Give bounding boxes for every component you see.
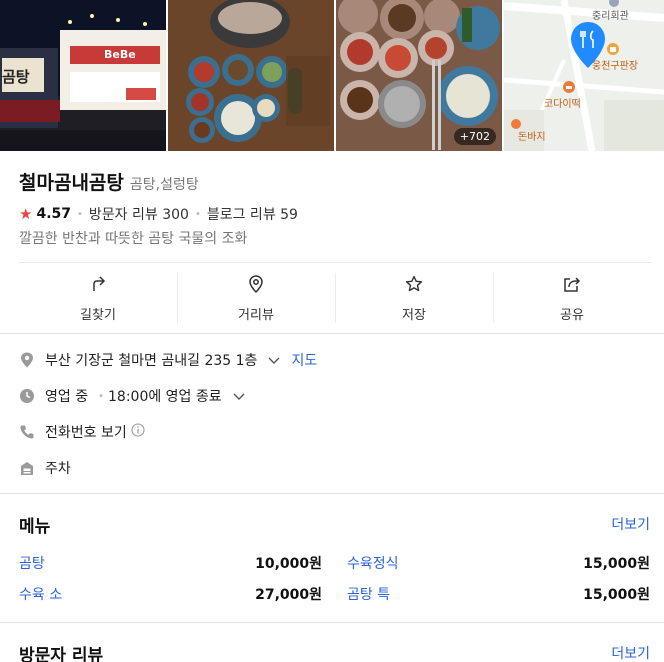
poi-marker-top-icon [609,0,619,7]
photo-strip: 곰탕 BeBe +702 중리회관 웅천구판장 코다이떡 돈바지 [0,0,664,151]
address-text: 부산 기장군 철마면 곰내길 235 1층 [45,353,258,369]
place-category: 곰탕,설렁탕 [129,177,199,193]
street-view-button[interactable]: 거리뷰 [177,263,335,333]
hours-row: 영업 중 • 18:00에 영업 종료 [19,386,246,406]
reviews-section-title: 방문자 리뷰 [19,646,104,662]
street-view-label: 거리뷰 [238,307,274,323]
blog-review-count[interactable]: 블로그 리뷰 59 [207,204,298,224]
section-divider [0,493,664,494]
section-divider [0,622,664,623]
star-outline-icon [404,274,424,294]
storefront-brand-text: BeBe [104,48,136,61]
map-pin-icon [571,22,605,68]
separator-dot: • [98,390,104,402]
address-row: 부산 기장군 철마면 곰내길 235 1층 지도 [19,350,317,370]
photo-food-2[interactable]: +702 [336,0,502,151]
store-marker-icon [607,43,619,55]
menu-item[interactable]: 곰탕 특 [347,584,390,604]
chevron-down-icon[interactable] [232,389,246,403]
share-icon [562,274,582,294]
location-pin-icon [19,352,35,368]
closing-time: 18:00에 영업 종료 [108,389,222,405]
map-label-1: 중리회관 [592,11,629,22]
mini-map[interactable]: 중리회관 웅천구판장 코다이떡 돈바지 [504,0,664,151]
menu-item-price: 27,000원 [255,587,322,603]
visitor-review-count[interactable]: 방문자 리뷰 300 [89,204,189,224]
save-label: 저장 [402,307,426,323]
phone-link[interactable]: 전화번호 보기 [45,422,127,442]
phone-icon [19,424,35,440]
rating-value: 4.57 [36,206,71,222]
phone-row[interactable]: 전화번호 보기 [19,422,145,442]
menu-item-name[interactable]: 수육정식 [347,556,399,572]
photo-count-badge[interactable]: +702 [453,128,496,145]
share-label: 공유 [560,307,584,323]
section-divider [0,333,664,334]
directions-button[interactable]: 길찾기 [19,263,177,333]
menu-item-price: 10,000원 [255,556,322,572]
chevron-down-icon[interactable] [267,353,281,367]
place-description: 깔끔한 반찬과 따뜻한 곰탕 국물의 조화 [19,231,248,247]
food-image-1 [168,0,334,151]
parking-icon [19,460,35,476]
menu-item-name[interactable]: 수육 소 [19,587,62,603]
save-button[interactable]: 저장 [335,263,493,333]
directions-icon [88,274,108,294]
menu-item[interactable]: 수육정식 [347,553,399,573]
photo-food-1[interactable] [168,0,334,151]
parking-text: 주차 [45,461,71,477]
location-pin-icon [246,274,266,294]
separator-dot: • [194,208,201,220]
directions-label: 길찾기 [80,307,116,323]
separator-dot: • [77,208,83,220]
map-link[interactable]: 지도 [291,350,317,370]
poi-marker-icon [511,119,521,129]
clock-icon [19,388,35,404]
photo-storefront[interactable]: 곰탕 BeBe [0,0,166,151]
menu-item-name[interactable]: 곰탕 특 [347,587,390,603]
menu-item-price: 15,000원 [583,556,650,572]
menu-item-name[interactable]: 곰탕 [19,556,45,572]
place-header: 철마곰내곰탕 곰탕,설렁탕 [19,168,199,195]
open-status: 영업 중 [45,389,89,405]
parking-row: 주차 [19,458,71,478]
map-label-4: 돈바지 [518,132,546,143]
rating-row: ★ 4.57 • 방문자 리뷰 300 • 블로그 리뷰 59 [19,204,298,224]
menu-more-link[interactable]: 더보기 [611,514,650,534]
rating-star-icon: ★ [19,205,33,223]
restaurant-marker-icon [563,81,575,93]
share-button[interactable]: 공유 [493,263,651,333]
place-name: 철마곰내곰탕 [19,172,124,194]
map-label-3: 코다이떡 [544,99,581,110]
menu-section-title: 메뉴 [19,517,51,537]
storefront-sign-text: 곰탕 [2,68,30,86]
menu-item-price: 15,000원 [583,587,650,603]
reviews-more-link[interactable]: 더보기 [611,643,650,662]
menu-item[interactable]: 수육 소 [19,584,62,604]
action-bar: 길찾기 거리뷰 저장 공유 [19,263,651,333]
info-circle-icon[interactable] [131,423,145,441]
menu-item[interactable]: 곰탕 [19,553,45,573]
